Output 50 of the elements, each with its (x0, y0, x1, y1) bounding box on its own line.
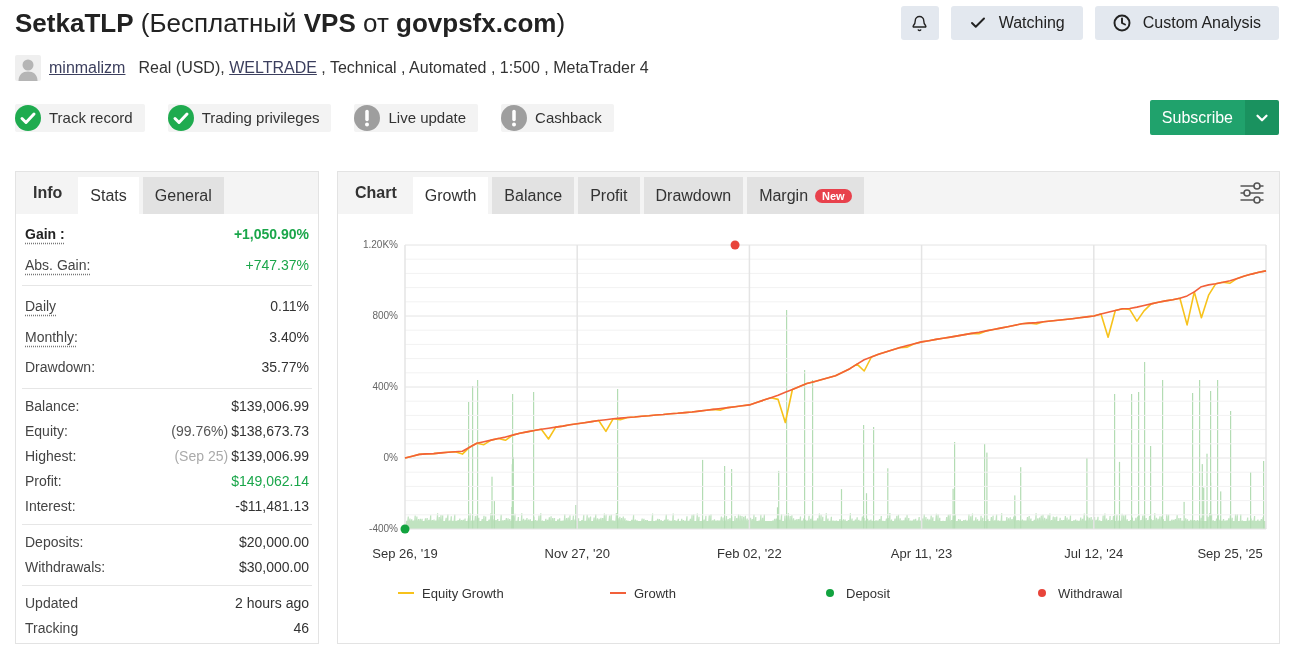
x-axis-label: Feb 02, '22 (717, 546, 782, 562)
stat-label: Gain : (25, 226, 65, 243)
badge-label: Live update (388, 109, 467, 126)
stat-value: $20,000.00 (238, 534, 309, 550)
stat-label: Withdrawals: (25, 559, 106, 575)
stat-value: +747.37% (245, 256, 309, 273)
y-axis-label: 1.20K% (362, 238, 398, 250)
stat-label: Deposits: (25, 534, 84, 550)
new-badge: New (815, 188, 852, 203)
stat-label: Tracking (25, 620, 79, 636)
stat-value: 0.11% (270, 298, 309, 315)
stat-note: (99.76%) (171, 423, 229, 439)
badge-label: Trading privileges (201, 109, 320, 126)
y-axis-label: 400% (372, 380, 398, 392)
stat-label: Profit: (25, 473, 62, 489)
badge-label: Cashback (535, 109, 602, 126)
x-axis-label: Sep 25, '25 (1197, 546, 1263, 562)
stat-value: 2 hours ago (235, 595, 309, 611)
stat-label: Abs. Gain: (25, 256, 91, 273)
stat-label: Updated (25, 595, 78, 611)
x-axis-label: Apr 11, '23 (890, 546, 953, 562)
y-axis-label: -400% (369, 522, 398, 534)
stat-value: 3.40% (269, 328, 309, 345)
y-axis-label: 0% (383, 451, 398, 463)
account-details: Real (USD), WELTRADE , Technical , Automated , 1:500 , MetaTrader 4 (138, 59, 649, 77)
x-axis-label: Jul 12, '24 (1064, 546, 1124, 562)
badge-label: Track record (49, 109, 133, 126)
x-axis-label: Nov 27, '20 (544, 546, 610, 562)
y-axis-label: 800% (372, 309, 398, 321)
panel-heading: Chart (355, 184, 397, 202)
stat-value: $139,006.99 (231, 398, 309, 414)
stat-label: Equity: (25, 423, 68, 439)
panel-heading: Info (33, 184, 63, 202)
stat-value: +1,050.90% (233, 226, 309, 243)
stat-value: 35.77% (261, 359, 309, 376)
stat-value: $138,673.73 (231, 423, 309, 439)
stat-label: Drawdown: (25, 359, 96, 376)
stat-label: Interest: (25, 498, 76, 514)
stat-label: Highest: (25, 448, 77, 464)
stat-value: $149,062.14 (231, 473, 309, 489)
x-axis-label: Sep 26, '19 (372, 546, 438, 562)
stat-value: $30,000.00 (238, 559, 309, 575)
stat-label: Daily (25, 298, 57, 315)
stat-value: 46 (293, 620, 309, 636)
stat-note: (Sep 25) (174, 448, 229, 464)
page-title: SetkaTLP (Бесплатный VPS от govpsfx.com) (15, 7, 566, 40)
stat-label: Balance: (25, 398, 80, 414)
stat-value: -$11,481.13 (235, 498, 309, 514)
stat-label: Monthly: (25, 328, 78, 345)
stat-value: $139,006.99 (231, 448, 309, 464)
